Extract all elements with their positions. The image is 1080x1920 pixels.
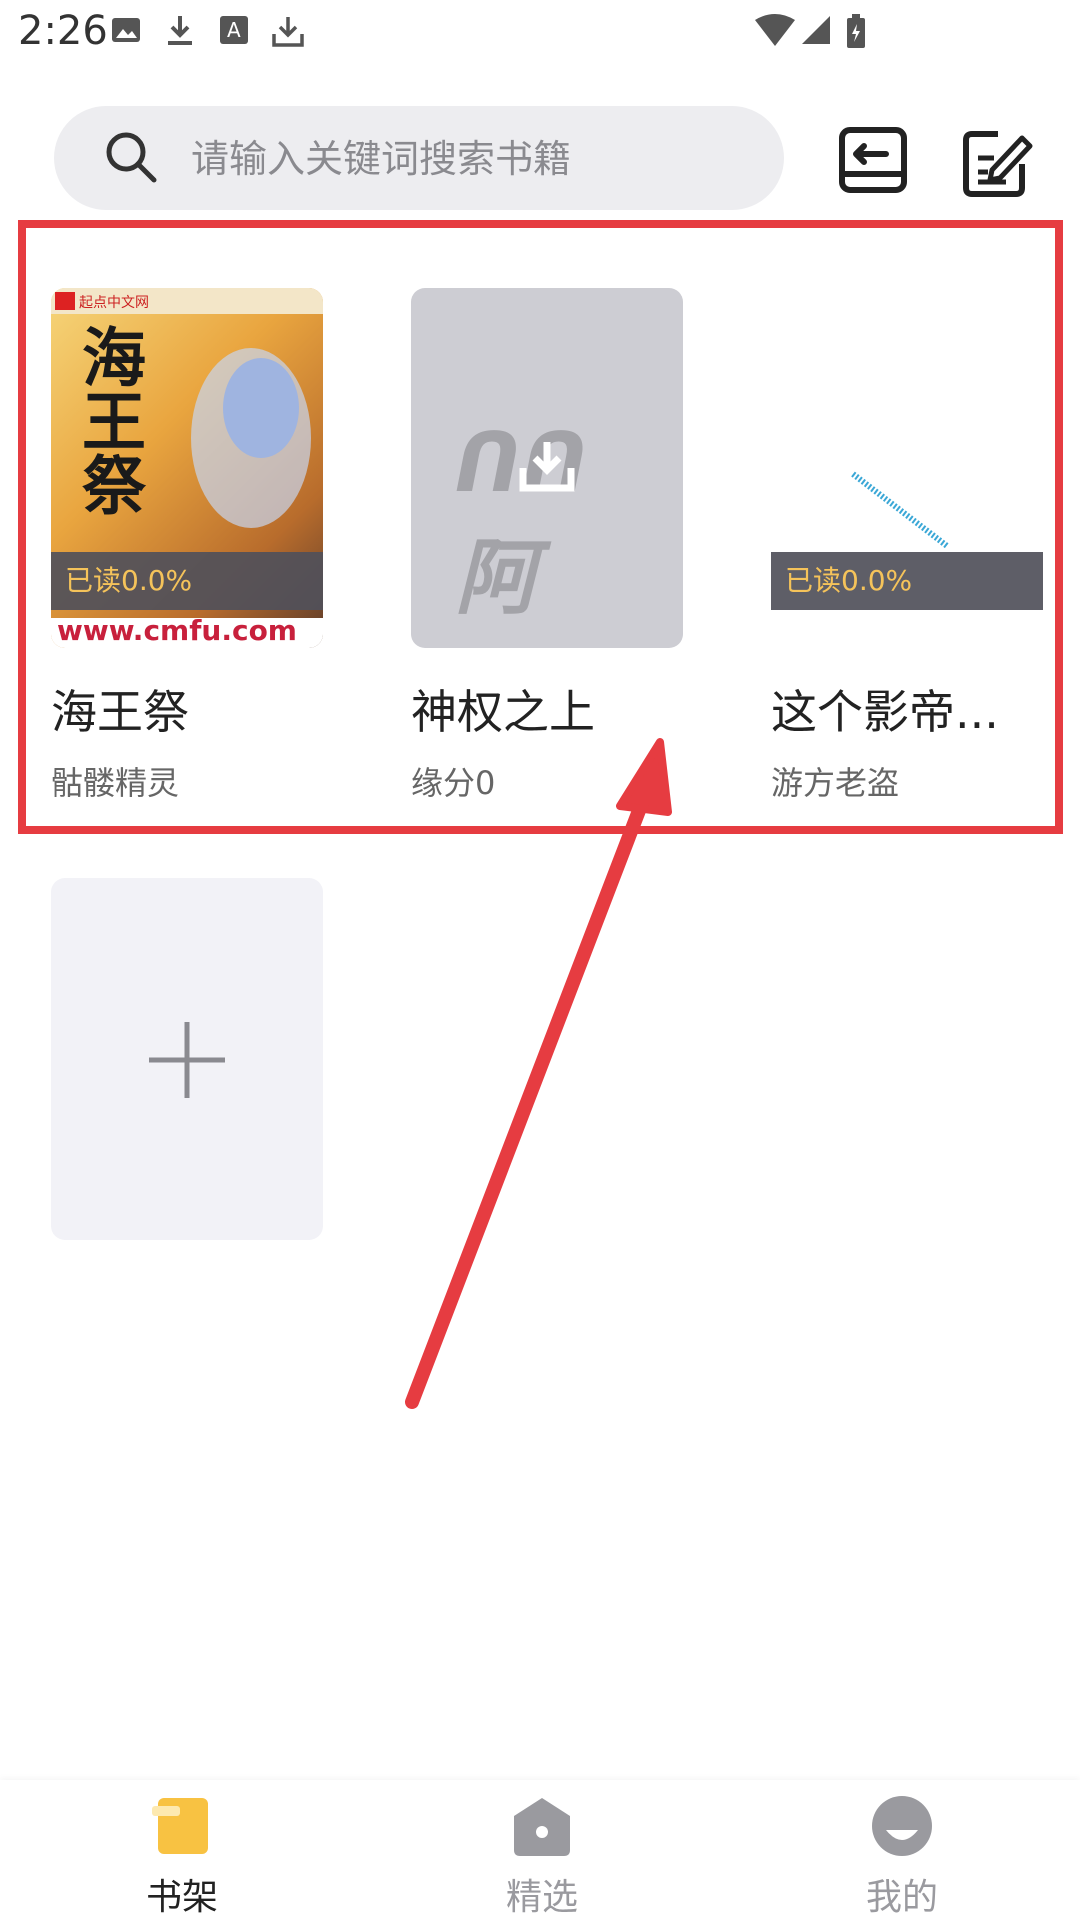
book-title: 这个影帝... (771, 685, 999, 739)
tab-profile[interactable]: 我的 (802, 1780, 1002, 1920)
search-input[interactable] (189, 106, 753, 212)
add-book-button[interactable] (51, 878, 323, 1240)
home-icon (514, 1798, 570, 1856)
image-icon (112, 18, 140, 42)
edit-shelf-icon[interactable] (960, 124, 1036, 200)
reading-progress: 已读0.0% (771, 552, 1043, 610)
book-cover[interactable]: 起点中文网 海王祭 已读0.0% www.cmfu.com (51, 288, 323, 648)
wifi-icon (755, 14, 795, 46)
book-item[interactable]: 起点中文网 海王祭 已读0.0% www.cmfu.com 海王祭 骷髅精灵 (51, 288, 323, 802)
plus-icon (149, 1022, 225, 1098)
svg-text:A: A (227, 18, 241, 42)
book-item[interactable]: 已读0.0% 这个影帝... 游方老盗 (771, 288, 1043, 802)
bottom-navigation: 书架 精选 我的 (0, 1780, 1080, 1920)
book-cover[interactable]: ᑎᑎ 阿 (411, 288, 683, 648)
font-icon: A (220, 16, 248, 44)
download-placeholder-icon (519, 442, 575, 492)
book-cover[interactable]: 已读0.0% (771, 288, 1043, 648)
book-title: 神权之上 (411, 685, 595, 739)
book-item[interactable]: ᑎᑎ 阿 神权之上 缘分0 (411, 288, 683, 802)
status-time: 2:26 (18, 8, 108, 54)
cover-badge: 起点中文网 (79, 295, 149, 311)
battery-icon (847, 14, 865, 48)
book-author: 骷髅精灵 (51, 764, 180, 802)
reading-progress: 已读0.0% (51, 552, 323, 610)
book-author: 游方老盗 (771, 764, 900, 802)
signal-icon (802, 16, 830, 44)
tab-label: 我的 (865, 1877, 938, 1918)
tab-label: 精选 (505, 1877, 578, 1918)
search-bar[interactable] (54, 106, 784, 212)
bookshelf-icon (152, 1798, 208, 1854)
import-book-icon[interactable] (838, 124, 914, 200)
status-bar: 2:26 A (0, 0, 1080, 70)
cover-url: www.cmfu.com (57, 614, 297, 647)
profile-icon (872, 1796, 932, 1856)
download-icon (168, 16, 192, 45)
search-icon (106, 132, 157, 183)
download-box-icon (272, 17, 304, 47)
tab-label: 书架 (145, 1877, 218, 1918)
tab-bookshelf[interactable]: 书架 (82, 1780, 282, 1920)
book-author: 缘分0 (411, 764, 496, 802)
cover-title: 海王祭 (71, 324, 145, 516)
book-title: 海王祭 (51, 685, 189, 739)
tab-featured[interactable]: 精选 (442, 1780, 642, 1920)
